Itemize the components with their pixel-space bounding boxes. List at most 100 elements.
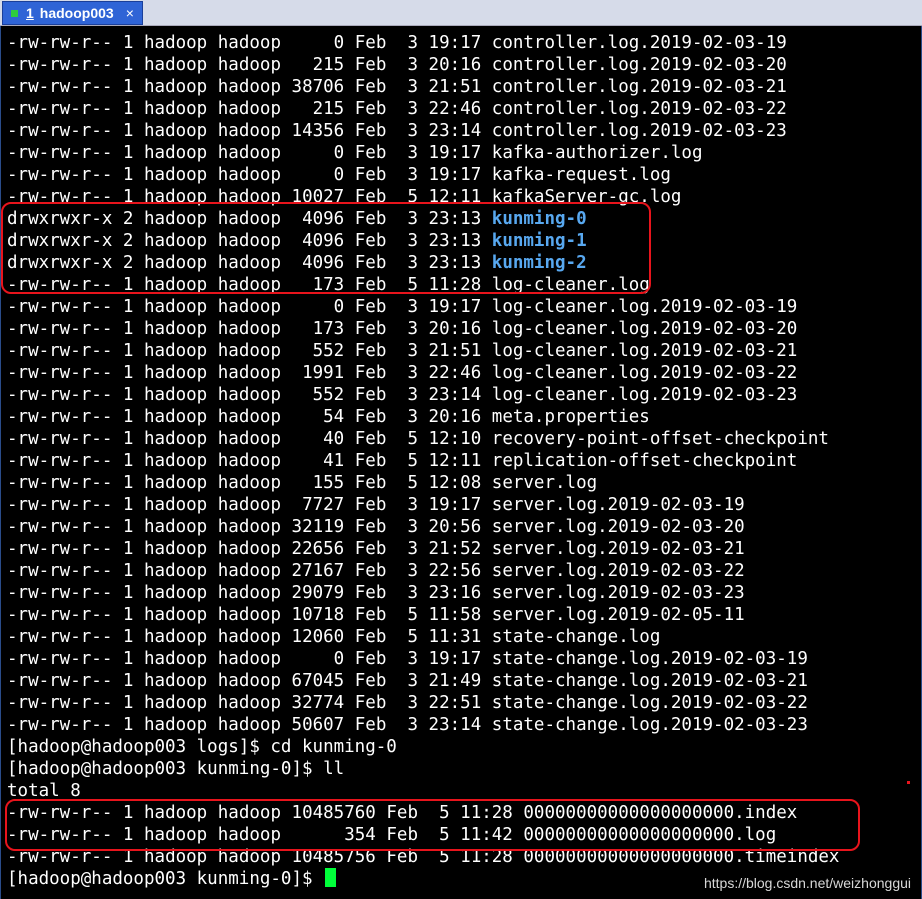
month: Feb [354, 319, 387, 339]
file-name: 00000000000000000000.timeindex [523, 847, 840, 867]
file-size: 0 [291, 33, 345, 53]
link-count: 1 [122, 605, 134, 625]
month: Feb [354, 429, 387, 449]
day: 3 [396, 671, 418, 691]
file-name: replication-offset-checkpoint [491, 451, 798, 471]
file-name: meta.properties [491, 407, 650, 427]
month: Feb [354, 451, 387, 471]
link-count: 1 [122, 319, 134, 339]
file-name: recovery-point-offset-checkpoint [491, 429, 829, 449]
permissions: -rw-rw-r-- [7, 187, 113, 207]
listing-row: drwxrwxr-x 2 hadoop hadoop 4096 Feb 3 23… [7, 208, 839, 230]
close-icon[interactable]: × [126, 5, 134, 21]
file-size: 552 [291, 385, 345, 405]
owner: hadoop [144, 671, 208, 691]
file-name: state-change.log.2019-02-03-23 [491, 715, 808, 735]
time: 20:16 [428, 407, 482, 427]
day: 3 [396, 297, 418, 317]
month: Feb [354, 495, 387, 515]
owner: hadoop [144, 451, 208, 471]
file-name: state-change.log [491, 627, 661, 647]
file-name: server.log.2019-02-03-23 [491, 583, 745, 603]
owner: hadoop [144, 803, 208, 823]
tab-number: 1 [26, 5, 34, 21]
day: 5 [396, 429, 418, 449]
link-count: 1 [122, 275, 134, 295]
owner: hadoop [144, 561, 208, 581]
time: 12:08 [428, 473, 482, 493]
permissions: -rw-rw-r-- [7, 825, 113, 845]
month: Feb [354, 341, 387, 361]
file-name: server.log.2019-02-03-21 [491, 539, 745, 559]
permissions: -rw-rw-r-- [7, 33, 113, 53]
link-count: 1 [122, 715, 134, 735]
time: 11:28 [460, 847, 513, 867]
month: Feb [354, 715, 387, 735]
group: hadoop [217, 605, 281, 625]
file-size: 0 [291, 649, 345, 669]
time: 23:13 [428, 231, 482, 251]
day: 3 [396, 539, 418, 559]
group: hadoop [217, 847, 281, 867]
file-name: controller.log.2019-02-03-19 [491, 33, 787, 53]
file-name: kunming-2 [491, 253, 587, 273]
group: hadoop [217, 231, 281, 251]
link-count: 1 [122, 33, 134, 53]
file-name: state-change.log.2019-02-03-22 [491, 693, 808, 713]
time: 12:11 [428, 187, 482, 207]
group: hadoop [217, 473, 281, 493]
permissions: -rw-rw-r-- [7, 55, 113, 75]
time: 20:16 [428, 55, 482, 75]
file-size: 4096 [291, 231, 345, 251]
month: Feb [354, 583, 387, 603]
link-count: 1 [122, 99, 134, 119]
file-size: 10718 [291, 605, 345, 625]
group: hadoop [217, 165, 281, 185]
marker-dot [907, 781, 910, 784]
owner: hadoop [144, 473, 208, 493]
file-size: 10485760 [291, 803, 376, 823]
group: hadoop [217, 671, 281, 691]
group: hadoop [217, 143, 281, 163]
group: hadoop [217, 319, 281, 339]
link-count: 1 [122, 121, 134, 141]
month: Feb [386, 803, 418, 823]
group: hadoop [217, 385, 281, 405]
link-count: 1 [122, 143, 134, 163]
link-count: 1 [122, 671, 134, 691]
owner: hadoop [144, 55, 208, 75]
terminal-output: -rw-rw-r-- 1 hadoop hadoop 0 Feb 3 19:17… [7, 32, 839, 890]
month: Feb [354, 121, 387, 141]
group: hadoop [217, 253, 281, 273]
link-count: 1 [122, 165, 134, 185]
listing-row: -rw-rw-r-- 1 hadoop hadoop 0 Feb 3 19:17… [7, 648, 839, 670]
month: Feb [354, 693, 387, 713]
day: 3 [396, 99, 418, 119]
file-name: state-change.log.2019-02-03-21 [491, 671, 808, 691]
link-count: 2 [122, 253, 134, 273]
file-name: server.log [491, 473, 598, 493]
listing-row: -rw-rw-r-- 1 hadoop hadoop 14356 Feb 3 2… [7, 120, 839, 142]
time: 23:16 [428, 583, 482, 603]
day: 3 [396, 121, 418, 141]
permissions: -rw-rw-r-- [7, 275, 113, 295]
month: Feb [354, 165, 387, 185]
month: Feb [354, 561, 387, 581]
link-count: 1 [122, 693, 134, 713]
permissions: -rw-rw-r-- [7, 143, 113, 163]
permissions: -rw-rw-r-- [7, 363, 113, 383]
link-count: 1 [122, 803, 134, 823]
terminal[interactable]: -rw-rw-r-- 1 hadoop hadoop 0 Feb 3 19:17… [0, 26, 922, 899]
owner: hadoop [144, 121, 208, 141]
session-tab[interactable]: 1 hadoop003 × [2, 1, 143, 25]
day: 3 [396, 649, 418, 669]
file-name: controller.log.2019-02-03-21 [491, 77, 787, 97]
owner: hadoop [144, 847, 208, 867]
time: 23:14 [428, 385, 482, 405]
listing-row: -rw-rw-r-- 1 hadoop hadoop 0 Feb 3 19:17… [7, 32, 839, 54]
permissions: -rw-rw-r-- [7, 429, 113, 449]
day: 5 [396, 473, 418, 493]
group: hadoop [217, 121, 281, 141]
listing-row: -rw-rw-r-- 1 hadoop hadoop 155 Feb 5 12:… [7, 472, 839, 494]
time: 19:17 [428, 297, 482, 317]
